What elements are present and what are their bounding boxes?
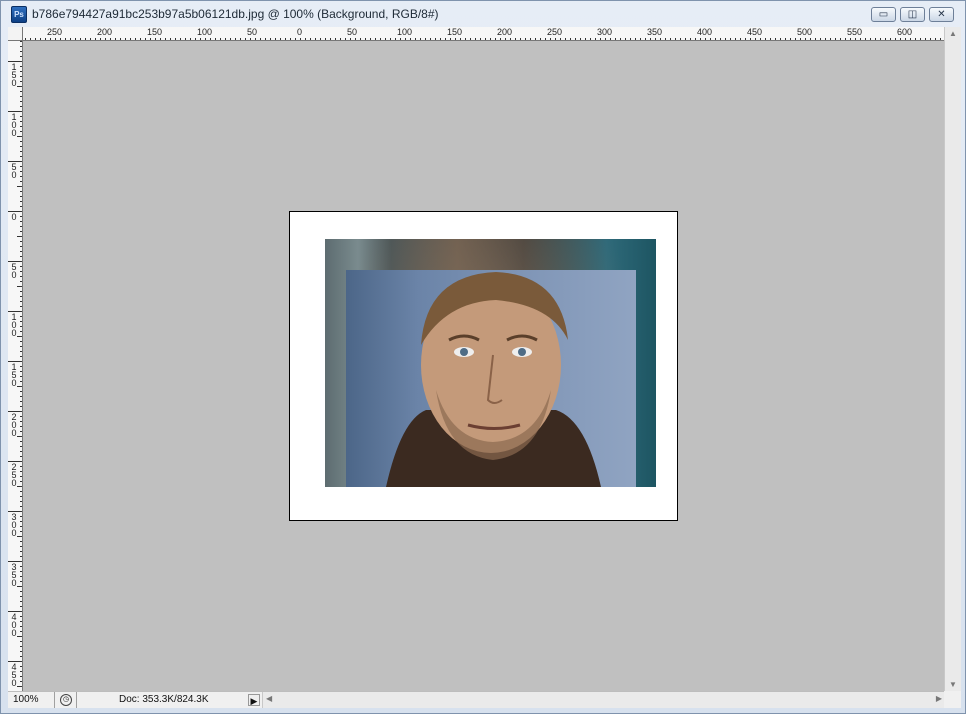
ruler-v-label: 0 [11,212,17,222]
window-title: b786e794427a91bc253b97a5b06121db.jpg @ 1… [32,7,439,21]
scroll-left-icon[interactable]: ◀ [266,694,272,703]
ruler-h-label: 150 [447,27,463,37]
status-info-arrow-button[interactable]: ▶ [248,694,260,706]
ruler-h-label: 600 [897,27,913,37]
ruler-h-label: 450 [747,27,763,37]
ruler-h-label: 500 [797,27,813,37]
ruler-h-label: 100 [397,27,413,37]
document-canvas[interactable] [289,211,678,521]
ruler-v-label: 350 [11,562,17,588]
ruler-v-label: 50 [11,162,17,180]
minimize-icon: ▭ [878,9,889,20]
restore-button[interactable]: ◫ [900,7,925,22]
vertical-ruler[interactable]: 150 100 50 0 50 100 150 200 250 300 350 400 450 [8,41,23,691]
ruler-h-label: 50 [347,27,358,37]
minimize-button[interactable]: ▭ [871,7,896,22]
ruler-h-label: 200 [497,27,513,37]
ruler-h-label: 150 [147,27,163,37]
scroll-right-icon[interactable]: ▶ [936,694,942,703]
ruler-h-label: 250 [47,27,63,37]
ruler-v-label: 150 [11,62,17,88]
title-bar[interactable]: Ps b786e794427a91bc253b97a5b06121db.jpg … [1,1,965,27]
canvas-area[interactable] [23,41,944,691]
status-bar: 100% ◷ Doc: 353.3K/824.3K ▶ ◀ ▶ [8,691,961,708]
photoshop-icon: Ps [11,6,27,23]
close-icon: ✕ [937,9,946,20]
horizontal-scrollbar[interactable]: ◀ ▶ [262,692,945,708]
ruler-v-label: 250 [11,462,17,488]
ruler-h-label: 550 [847,27,863,37]
ruler-h-label: 100 [197,27,213,37]
ruler-h-label: 0 [297,27,303,37]
portrait-face-graphic [386,272,601,487]
ruler-v-label: 150 [11,362,17,388]
vertical-scrollbar[interactable]: ▲ ▼ [944,27,961,691]
document-size-info: Doc: 353.3K/824.3K [119,694,209,705]
ruler-v-label: 300 [11,512,17,538]
restore-icon: ◫ [907,9,918,20]
ruler-origin[interactable] [8,27,23,41]
close-button[interactable]: ✕ [929,7,954,22]
document-window: Ps b786e794427a91bc253b97a5b06121db.jpg … [0,0,966,714]
ruler-v-label: 450 [11,662,17,688]
ruler-h-label: 250 [547,27,563,37]
status-menu-button[interactable]: ◷ [55,692,77,708]
scroll-down-icon[interactable]: ▼ [949,680,957,689]
ruler-v-label: 400 [11,612,17,638]
ruler-v-label: 100 [11,112,17,138]
ruler-v-label: 100 [11,312,17,338]
zoom-level-field[interactable]: 100% [8,692,55,708]
ruler-v-label: 50 [11,262,17,280]
horizontal-ruler[interactable]: 250 200 150 100 50 0 50 100 150 200 250 300 350 400 45… [23,27,944,41]
ruler-h-label: 350 [647,27,663,37]
status-menu-icon: ◷ [60,694,72,706]
ruler-v-label: 200 [11,412,17,438]
resize-grip[interactable] [944,691,961,708]
portrait-photo-layer [346,270,636,487]
ruler-h-label: 300 [597,27,613,37]
ruler-h-label: 200 [97,27,113,37]
scroll-up-icon[interactable]: ▲ [949,29,957,38]
ruler-h-label: 50 [247,27,258,37]
ruler-h-label: 400 [697,27,713,37]
